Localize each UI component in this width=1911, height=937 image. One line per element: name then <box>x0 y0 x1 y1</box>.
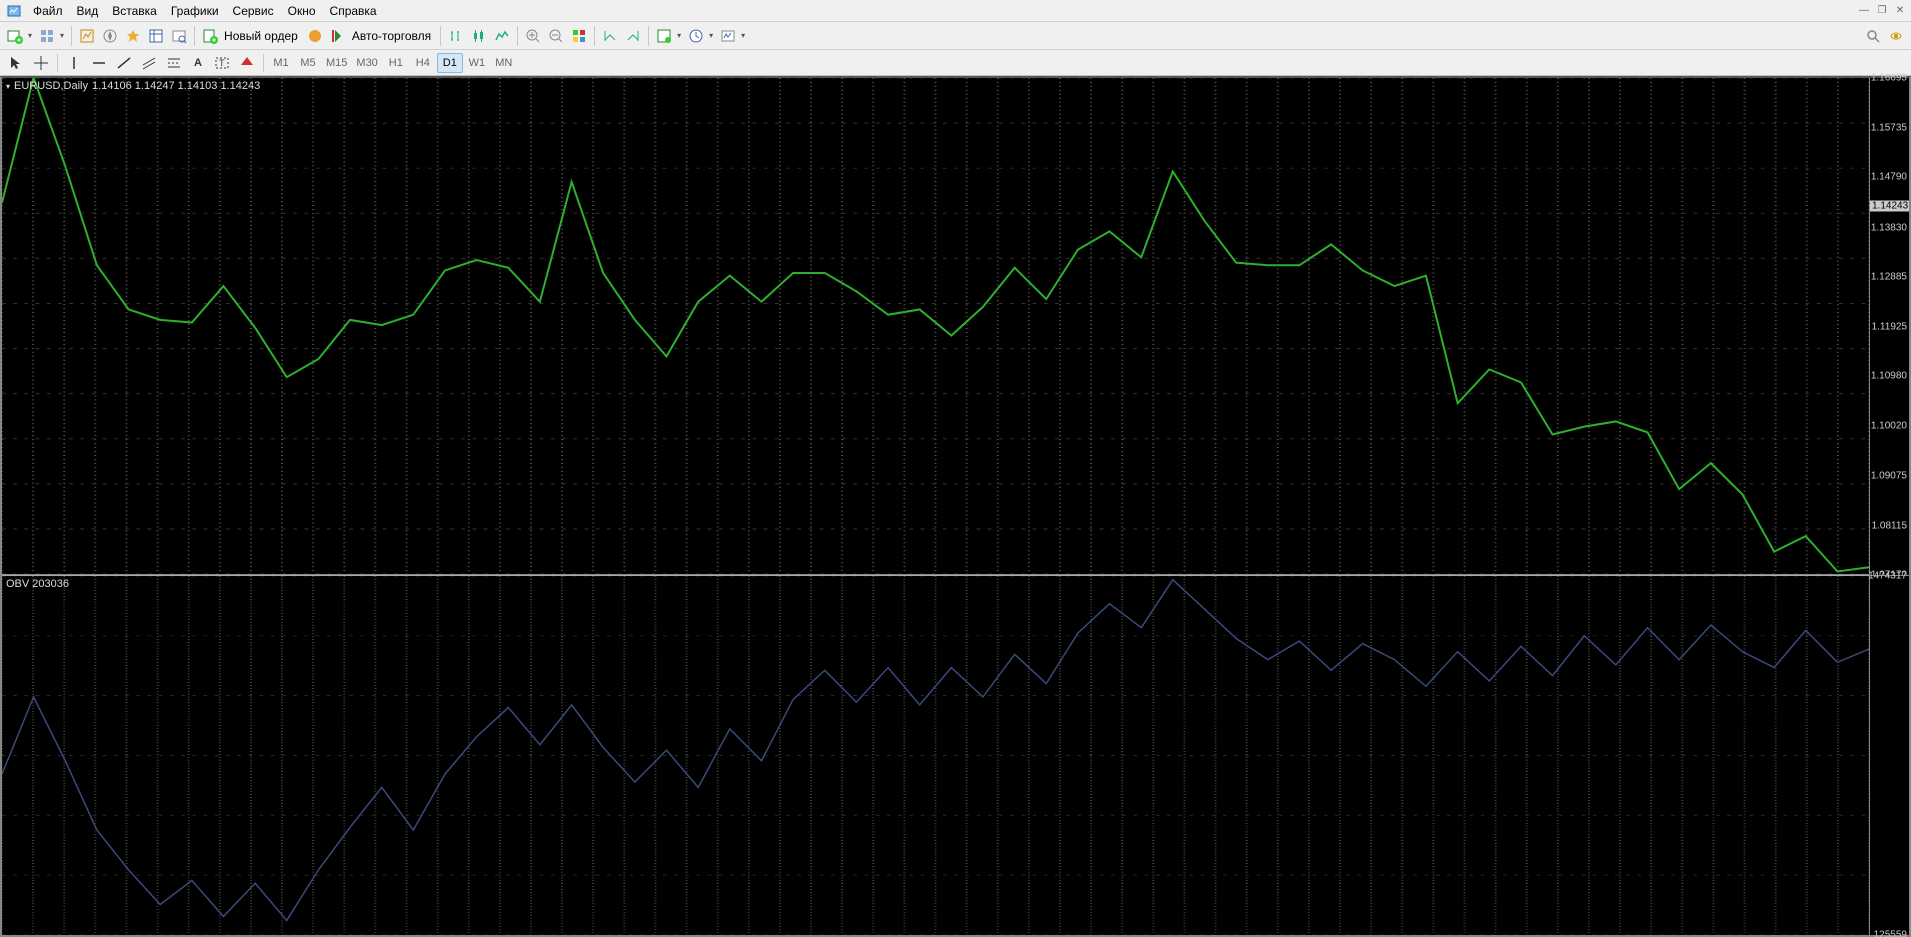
text-tool[interactable]: A <box>187 53 209 73</box>
fibonacci-tool[interactable] <box>162 53 186 73</box>
strategy-tester-button[interactable] <box>168 25 190 47</box>
tile-windows-button[interactable] <box>568 25 590 47</box>
new-chart-button[interactable] <box>4 25 35 47</box>
data-window-button[interactable] <box>145 25 167 47</box>
axis-tick: 1.12885 <box>1871 271 1907 282</box>
autoscroll-button[interactable] <box>622 25 644 47</box>
mdi-close-button[interactable]: ✕ <box>1891 3 1909 19</box>
metaquotes-button[interactable] <box>304 25 326 47</box>
chart-window: ▾ EURUSD,Daily 1.14106 1.14247 1.14103 1… <box>0 76 1911 937</box>
zoom-in-button[interactable] <box>522 25 544 47</box>
mdi-window-controls: — ❐ ✕ <box>1855 3 1909 19</box>
price-axis: 1.166951.157351.147901.138301.128851.119… <box>1869 78 1909 575</box>
mdi-minimize-button[interactable]: — <box>1855 3 1873 19</box>
mdi-restore-button[interactable]: ❐ <box>1873 3 1891 19</box>
axis-tick: 1.11925 <box>1872 321 1907 332</box>
chart-menu-arrow-icon[interactable]: ▾ <box>6 82 10 91</box>
current-price-marker: 1.14243 <box>1870 200 1909 211</box>
menu-tools[interactable]: Сервис <box>226 2 281 20</box>
navigator-button[interactable] <box>99 25 121 47</box>
indicator-title: OBV 203036 <box>6 578 69 590</box>
chart-symbol-label: EURUSD,Daily <box>14 80 88 92</box>
timeframe-m5[interactable]: M5 <box>295 53 321 73</box>
line-toolbar: A T M1M5M15M30H1H4D1W1MN <box>0 50 1911 76</box>
timeframe-w1[interactable]: W1 <box>464 53 490 73</box>
axis-tick: 125559 <box>1874 930 1907 937</box>
search-button[interactable] <box>1862 25 1884 47</box>
axis-tick: 1.15735 <box>1871 123 1907 134</box>
menu-bar: Файл Вид Вставка Графики Сервис Окно Спр… <box>0 0 1911 22</box>
app-icon <box>6 3 22 19</box>
timeframe-m1[interactable]: M1 <box>268 53 294 73</box>
timeframe-h4[interactable]: H4 <box>410 53 436 73</box>
templates-button[interactable] <box>717 25 748 47</box>
favorites-button[interactable] <box>122 25 144 47</box>
timeframe-m15[interactable]: M15 <box>322 53 351 73</box>
axis-tick: 1.10980 <box>1871 371 1907 382</box>
autotrading-label: Авто-торговля <box>350 29 433 43</box>
zoom-out-button[interactable] <box>545 25 567 47</box>
menu-insert[interactable]: Вставка <box>105 2 164 20</box>
horizontal-line-tool[interactable] <box>87 53 111 73</box>
bar-chart-button[interactable] <box>445 25 467 47</box>
indicator-label: OBV 203036 <box>6 578 69 590</box>
axis-tick: 1474317 <box>1868 571 1907 582</box>
menu-window[interactable]: Окно <box>281 2 323 20</box>
timeframe-mn[interactable]: MN <box>491 53 517 73</box>
cursor-tool[interactable] <box>4 53 28 73</box>
candle-chart-button[interactable] <box>468 25 490 47</box>
timeframe-d1[interactable]: D1 <box>437 53 463 73</box>
axis-tick: 1.08115 <box>1872 520 1907 531</box>
chart-ohlc-label: 1.14106 1.14247 1.14103 1.14243 <box>92 80 260 92</box>
channel-tool[interactable] <box>137 53 161 73</box>
axis-tick: 1.13830 <box>1871 222 1907 233</box>
chart-title: ▾ EURUSD,Daily 1.14106 1.14247 1.14103 1… <box>6 80 260 92</box>
text-label-tool[interactable]: T <box>210 53 234 73</box>
market-watch-button[interactable] <box>76 25 98 47</box>
axis-tick: 1.14790 <box>1871 172 1907 183</box>
line-chart-button[interactable] <box>491 25 513 47</box>
indicator-axis: 1474317125559 <box>1869 575 1909 935</box>
indicator-chart[interactable]: OBV 203036 <box>2 575 1869 935</box>
vertical-line-tool[interactable] <box>62 53 86 73</box>
axis-tick: 1.16695 <box>1871 73 1907 84</box>
timeframe-m30[interactable]: M30 <box>352 53 381 73</box>
menu-charts[interactable]: Графики <box>164 2 226 20</box>
axis-tick: 1.09075 <box>1871 470 1907 481</box>
timeframe-h1[interactable]: H1 <box>383 53 409 73</box>
price-chart[interactable]: ▾ EURUSD,Daily 1.14106 1.14247 1.14103 1… <box>2 78 1869 575</box>
shift-chart-button[interactable] <box>599 25 621 47</box>
axis-tick: 1.10020 <box>1871 421 1907 432</box>
trendline-tool[interactable] <box>112 53 136 73</box>
svg-text:T: T <box>219 58 225 68</box>
mql-button[interactable] <box>1885 25 1907 47</box>
new-order-button[interactable]: Новый ордер <box>199 25 303 47</box>
crosshair-tool[interactable] <box>29 53 53 73</box>
main-toolbar: Новый ордер Авто-торговля <box>0 22 1911 50</box>
profiles-button[interactable] <box>36 25 67 47</box>
indicators-button[interactable] <box>653 25 684 47</box>
menu-file[interactable]: Файл <box>26 2 70 20</box>
periods-button[interactable] <box>685 25 716 47</box>
menu-view[interactable]: Вид <box>70 2 106 20</box>
autotrading-button[interactable]: Авто-торговля <box>327 25 436 47</box>
menu-help[interactable]: Справка <box>323 2 384 20</box>
shapes-tool[interactable] <box>235 53 259 73</box>
new-order-label: Новый ордер <box>222 29 300 43</box>
